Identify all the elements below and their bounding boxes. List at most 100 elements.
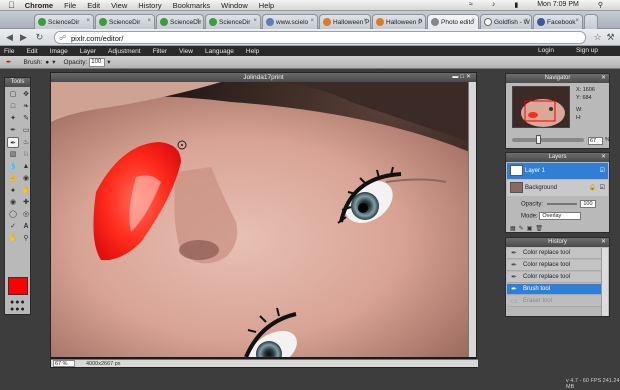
signup-link[interactable]: Sign up [576, 47, 598, 54]
back-arrow-icon[interactable]: ◀ [4, 32, 15, 43]
layer-opacity-input[interactable]: 100 [580, 200, 597, 208]
zoom-tool-icon[interactable]: ⚲ [20, 233, 32, 244]
tab-sciencedirect-1[interactable]: ScienceDir × [34, 14, 94, 29]
tab-halloween-2[interactable]: Halloween P × [372, 14, 426, 29]
history-item[interactable]: ✒ Color replace tool [507, 260, 602, 271]
app-menu-layer[interactable]: Layer [80, 48, 96, 55]
layer-opacity-slider[interactable] [546, 203, 577, 205]
close-tab-icon[interactable]: × [86, 18, 90, 24]
navigator-thumbnail[interactable] [512, 86, 570, 128]
close-tab-icon[interactable]: × [363, 18, 367, 24]
blend-mode-select[interactable]: Overlay [539, 212, 582, 220]
history-scrollbar[interactable] [601, 248, 608, 316]
stamp-tool-icon[interactable]: ♘ [20, 149, 32, 160]
close-panel-icon[interactable]: ✕ [601, 153, 606, 162]
brush-tool-icon[interactable]: ✒ [7, 125, 19, 136]
app-menu-language[interactable]: Language [205, 48, 234, 55]
app-menu-adjustment[interactable]: Adjustment [108, 48, 141, 55]
tab-sciencedirect-4[interactable]: ScienceDir × [205, 14, 261, 29]
sponge-tool-icon[interactable]: ◉ [20, 173, 32, 184]
battery-icon[interactable]: ▮ [514, 1, 518, 9]
pencil-tool-icon[interactable]: ✎ [20, 113, 32, 124]
app-menu-help[interactable]: Help [246, 48, 259, 55]
close-tab-icon[interactable]: × [196, 18, 200, 24]
tab-scielo[interactable]: www.scielo × [262, 14, 318, 29]
vertical-scrollbar[interactable] [468, 82, 476, 357]
app-menu-filter[interactable]: Filter [153, 48, 167, 55]
opacity-input[interactable]: 100 [89, 57, 106, 67]
text-tool-icon[interactable]: A [20, 221, 32, 232]
wand-tool-icon[interactable]: ✦ [7, 113, 19, 124]
new-tab-button[interactable] [584, 14, 598, 29]
primary-color-swatch[interactable] [8, 277, 28, 295]
bookmark-star-icon[interactable]: ☆ [592, 32, 603, 43]
window-controls-icon[interactable]: ▬□✕ [452, 73, 473, 82]
login-link[interactable]: Login [538, 47, 554, 54]
menu-bookmarks[interactable]: Bookmarks [173, 1, 211, 10]
color-replace-tool-icon[interactable]: ✒ [7, 137, 19, 148]
forward-arrow-icon[interactable]: ▶ [18, 32, 29, 43]
layer-visibility-checkbox[interactable]: ☑ [600, 180, 605, 196]
volume-icon[interactable]: ♪ [492, 1, 496, 9]
menu-app-name[interactable]: Chrome [25, 1, 53, 10]
menu-help[interactable]: Help [259, 1, 274, 10]
reload-icon[interactable]: ↻ [34, 32, 45, 43]
close-panel-icon[interactable]: ✕ [601, 74, 606, 83]
opacity-dropdown-icon[interactable]: ▾ [107, 58, 110, 66]
wrench-icon[interactable]: ⚒ [605, 32, 616, 43]
tab-sciencedirect-2[interactable]: ScienceDir × [95, 14, 155, 29]
close-tab-icon[interactable]: × [253, 18, 257, 24]
close-tab-icon[interactable]: × [310, 18, 314, 24]
app-menu-file[interactable]: File [4, 48, 14, 55]
marquee-tool-icon[interactable]: □ [7, 101, 19, 112]
close-tab-icon[interactable]: × [471, 18, 475, 24]
close-tab-icon[interactable]: × [524, 18, 528, 24]
close-panel-icon[interactable]: ✕ [601, 238, 606, 247]
burn-tool-icon[interactable]: ✋ [20, 185, 32, 196]
redeye-tool-icon[interactable]: ◉ [7, 197, 19, 208]
tab-goldfish[interactable]: Goldfish - W × [480, 14, 532, 29]
spotlight-icon[interactable]: ⚲ [598, 1, 603, 9]
tab-sciencedirect-3[interactable]: ScienceDir × [156, 14, 204, 29]
menu-window[interactable]: Window [221, 1, 248, 10]
tab-halloween-1[interactable]: Halloween P × [319, 14, 371, 29]
layer-visibility-checkbox[interactable]: ☑ [600, 163, 605, 179]
tab-facebook[interactable]: Facebook × [533, 14, 583, 29]
spot-heal-tool-icon[interactable]: ✚ [20, 197, 32, 208]
navigator-zoom-field[interactable]: 67 [588, 137, 603, 145]
app-menu-view[interactable]: View [179, 48, 193, 55]
brush-preset-icon[interactable]: ● [45, 59, 49, 66]
apple-menu-icon[interactable]:  [8, 0, 15, 10]
navigator-zoom-handle[interactable] [536, 135, 541, 144]
bloat-tool-icon[interactable]: ◯ [7, 209, 19, 220]
image-canvas[interactable] [51, 82, 470, 357]
history-item-undone[interactable]: ▭ Eraser tool [507, 296, 602, 307]
app-menu-edit[interactable]: Edit [26, 48, 37, 55]
eyedropper-tool-icon[interactable]: ✓ [7, 221, 19, 232]
eraser-tool-icon[interactable]: ▭ [20, 125, 32, 136]
history-item-active[interactable]: ✒ Brush tool [507, 284, 602, 295]
pinch-tool-icon[interactable]: ◎ [20, 209, 32, 220]
lasso-tool-icon[interactable]: ❧ [20, 101, 32, 112]
app-menu-image[interactable]: Image [50, 48, 68, 55]
crop-tool-icon[interactable]: ▢ [7, 89, 19, 100]
address-bar[interactable]: ☍ pixlr.com/editor/ [54, 31, 586, 44]
close-tab-icon[interactable]: × [418, 18, 422, 24]
bucket-tool-icon[interactable]: ♨ [20, 137, 32, 148]
smudge-tool-icon[interactable]: ☝ [7, 173, 19, 184]
menu-history[interactable]: History [138, 1, 161, 10]
navigator-zoom-slider[interactable] [512, 138, 584, 142]
history-item[interactable]: ✒ Color replace tool [507, 272, 602, 283]
history-item[interactable]: ✒ Color replace tool [507, 248, 602, 259]
dodge-tool-icon[interactable]: ● [7, 185, 19, 196]
close-tab-icon[interactable]: × [575, 18, 579, 24]
sharpen-tool-icon[interactable]: ▲ [20, 161, 32, 172]
wifi-icon[interactable]: ≈ [469, 1, 473, 9]
gradient-tool-icon[interactable]: ▧ [7, 149, 19, 160]
blur-tool-icon[interactable]: 💧 [7, 161, 19, 172]
layer-row-background[interactable]: Background 🔒 ☑ [507, 180, 608, 196]
layer-row-layer-1[interactable]: Layer 1 ☑ [507, 163, 608, 179]
horizontal-scrollbar[interactable]: 67 % 4000x2667 px [51, 359, 478, 367]
menu-clock[interactable]: Mon 7:09 PM [537, 1, 579, 9]
move-tool-icon[interactable]: ✥ [20, 89, 32, 100]
